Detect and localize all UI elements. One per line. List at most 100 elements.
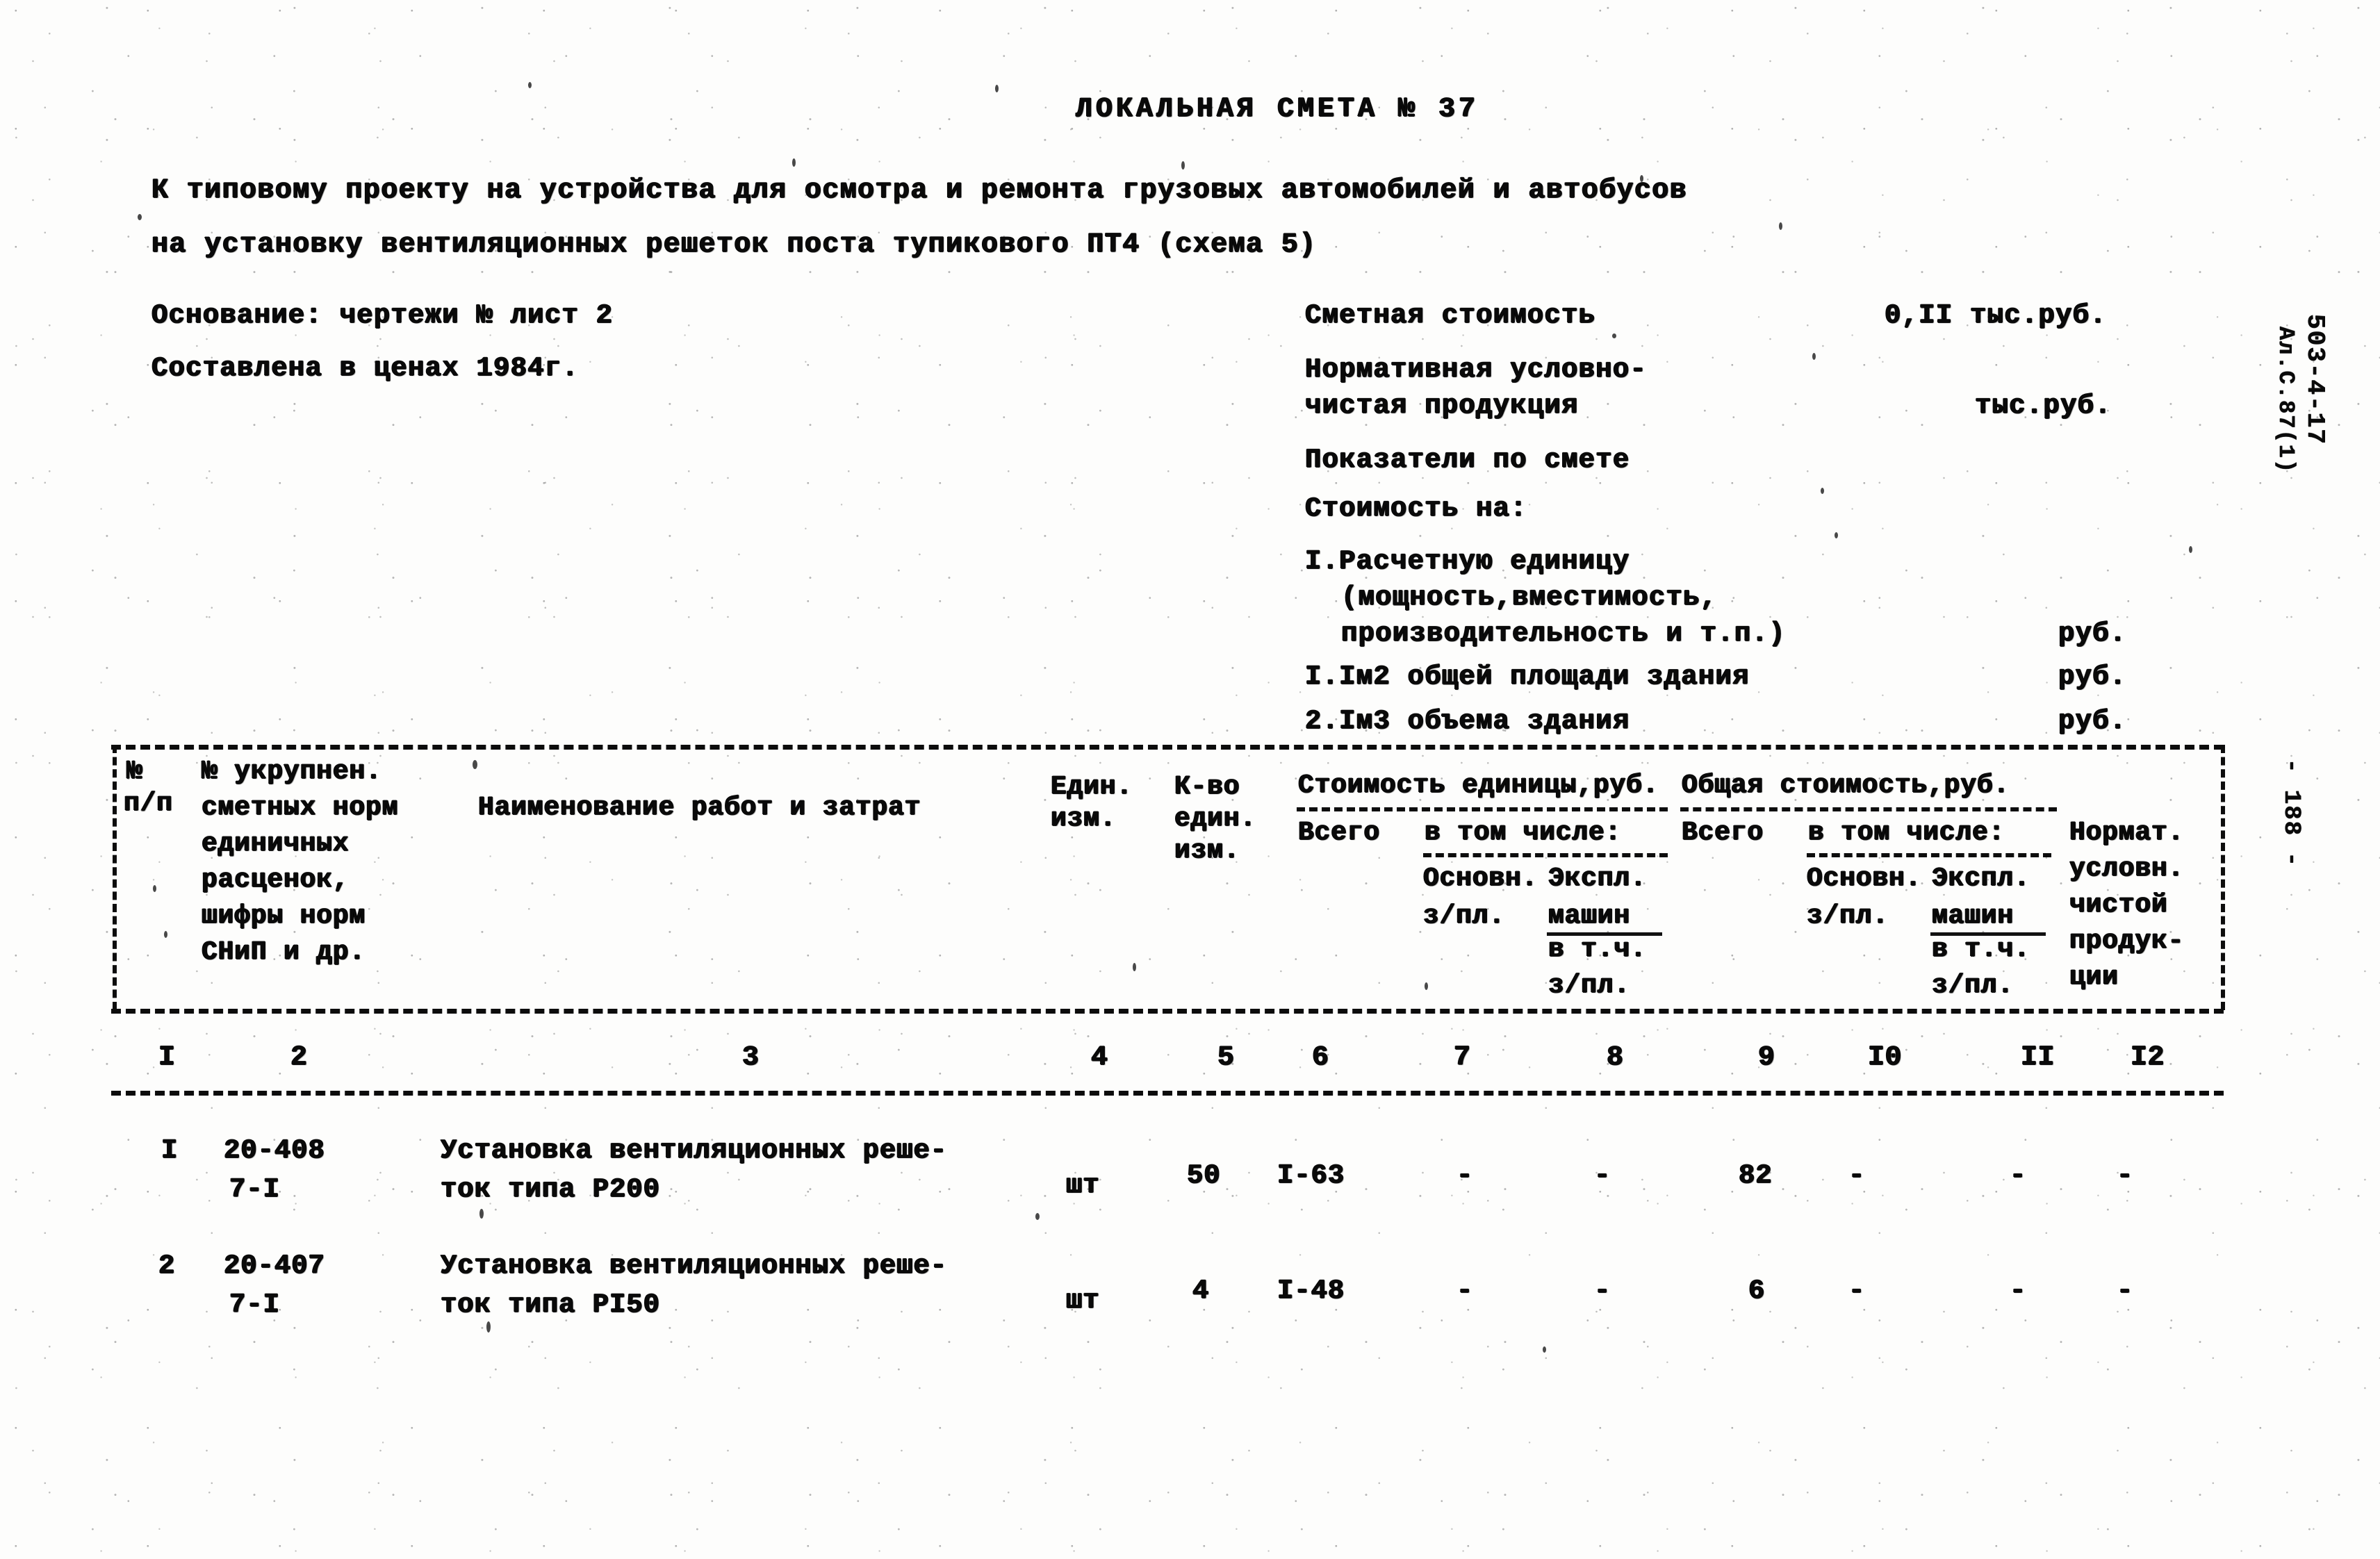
npv-label-line-2: чистая продукция bbox=[1305, 390, 1579, 421]
scan-speck bbox=[1181, 161, 1185, 170]
indicator-2-label: I.Iм2 общей площади здания bbox=[1305, 661, 1750, 692]
scan-speck bbox=[1835, 532, 1838, 538]
row-1-unit-total: I-63 bbox=[1277, 1160, 1345, 1191]
row-2-cost-total: 6 bbox=[1748, 1276, 1766, 1306]
scan-speck bbox=[1543, 1346, 1546, 1353]
indicator-3-unit: руб. bbox=[2058, 706, 2127, 736]
column-number-10: I0 bbox=[1868, 1042, 1903, 1073]
header-total-total-word: Всего bbox=[1682, 818, 1764, 848]
header-total-basic-wage-line-1: Основн. bbox=[1807, 864, 1922, 893]
row-1-norm-line-1: 20-408 bbox=[224, 1135, 325, 1166]
scan-speck bbox=[1779, 222, 1782, 230]
scan-speck bbox=[153, 885, 156, 892]
table-left-edge bbox=[113, 745, 117, 1010]
header-unit-basic-wage-line-2: з/пл. bbox=[1423, 901, 1506, 931]
header-npv-line-3: чистой bbox=[2069, 890, 2168, 920]
row-2-npv: - bbox=[2117, 1276, 2134, 1306]
row-2-norm-line-1: 20-407 bbox=[224, 1251, 325, 1281]
scan-speck bbox=[486, 1321, 491, 1333]
row-1-unit-basic-wage: - bbox=[1456, 1160, 1474, 1191]
scan-speck bbox=[1640, 175, 1643, 182]
header-total-machine-line-4: з/пл. bbox=[1932, 971, 2014, 1000]
estimate-cost-label: Сметная стоимость bbox=[1305, 300, 1596, 331]
row-1-no: I bbox=[161, 1135, 179, 1166]
subtitle-line-2: на установку вентиляционных решеток пост… bbox=[151, 229, 1317, 261]
header-total-machine-line-3: в т.ч. bbox=[1932, 934, 2030, 964]
header-unit-total-word: Всего bbox=[1298, 818, 1381, 848]
header-norms-line-6: СНиП и др. bbox=[202, 937, 366, 967]
scan-speck bbox=[1812, 353, 1816, 360]
table-colnum-bottom-border bbox=[111, 1091, 2224, 1096]
header-unit-line-1: Един. bbox=[1051, 772, 1133, 802]
header-total-including-underline bbox=[1807, 853, 2051, 857]
row-2-description-line-2: ток типа РI50 bbox=[441, 1289, 660, 1320]
header-total-machine-line-2: машин bbox=[1932, 901, 2014, 931]
row-1-cost-total: 82 bbox=[1739, 1160, 1773, 1191]
column-number-9: 9 bbox=[1758, 1042, 1775, 1073]
column-number-3: 3 bbox=[742, 1042, 760, 1073]
row-1-cost-machine: - bbox=[2010, 1160, 2027, 1191]
row-2-cost-basic-wage: - bbox=[1848, 1276, 1866, 1306]
row-1-npv: - bbox=[2117, 1160, 2134, 1191]
header-description: Наименование работ и затрат bbox=[478, 793, 921, 823]
column-number-11: II bbox=[2021, 1042, 2055, 1073]
indicator-1-line-1: I.Расчетную единицу bbox=[1305, 546, 1630, 577]
indicator-3-label: 2.Iм3 объема здания bbox=[1305, 706, 1630, 736]
page-title: ЛОКАЛЬНАЯ СМЕТА № 37 bbox=[1076, 94, 1479, 125]
indicator-1-line-2: (мощность,вместимость, bbox=[1341, 582, 1718, 613]
estimate-cost-value: 0,II тыс.руб. bbox=[1885, 300, 2107, 331]
scanned-estimate-page: ЛОКАЛЬНАЯ СМЕТА № 37 К типовому проекту … bbox=[0, 0, 2380, 1559]
row-2-description-line-1: Установка вентиляционных реше- bbox=[441, 1251, 948, 1281]
table-header-bottom-border bbox=[111, 1009, 2224, 1014]
header-unit-line-2: изм. bbox=[1051, 804, 1117, 834]
scan-speck bbox=[1425, 982, 1428, 990]
column-number-1: I bbox=[158, 1042, 176, 1073]
header-unit-including-underline bbox=[1423, 853, 1668, 857]
header-norms-line-1: № укрупнен. bbox=[202, 757, 382, 786]
column-number-12: I2 bbox=[2131, 1042, 2165, 1073]
row-1-norm-line-2: 7-I bbox=[229, 1174, 280, 1205]
row-1-description-line-1: Установка вентиляционных реше- bbox=[441, 1135, 948, 1166]
table-top-border bbox=[111, 745, 2224, 750]
scan-speck bbox=[995, 85, 999, 92]
indicator-1-line-3: производительность и т.п.) bbox=[1341, 618, 1786, 649]
npv-label-line-1: Нормативная условно- bbox=[1305, 354, 1648, 385]
scan-speck bbox=[792, 158, 796, 167]
row-2-no: 2 bbox=[158, 1251, 176, 1281]
header-unit-cost-group-underline bbox=[1297, 807, 1668, 811]
header-qty-line-2: един. bbox=[1174, 804, 1257, 834]
header-npv-line-1: Нормат. bbox=[2069, 818, 2185, 848]
scan-speck bbox=[1035, 1213, 1040, 1220]
cost-per-label: Стоимость на: bbox=[1305, 493, 1527, 524]
header-norms-line-4: расценок, bbox=[202, 865, 350, 895]
header-npv-line-5: ции bbox=[2069, 962, 2119, 992]
row-1-unit: шт bbox=[1066, 1170, 1100, 1201]
row-2-unit-machine: - bbox=[1594, 1276, 1611, 1306]
header-col-no-line-2: п/п bbox=[124, 789, 173, 818]
header-npv-line-2: условн. bbox=[2069, 854, 2185, 884]
header-total-cost-group: Общая стоимость,руб. bbox=[1682, 770, 2010, 800]
header-unit-including-word: в том числе: bbox=[1425, 818, 1622, 848]
scan-speck bbox=[2189, 546, 2192, 553]
row-2-unit-basic-wage: - bbox=[1456, 1276, 1474, 1306]
header-unit-machine-line-1: Экспл. bbox=[1548, 864, 1647, 893]
scan-speck bbox=[473, 760, 477, 769]
header-norms-line-5: шифры норм bbox=[202, 901, 366, 931]
header-unit-machine-line-3: в т.ч. bbox=[1548, 934, 1647, 964]
project-code-line-1: 503-4-17 bbox=[2301, 314, 2329, 445]
scan-speck bbox=[528, 82, 532, 88]
row-2-quantity: 4 bbox=[1192, 1276, 1210, 1306]
row-1-description-line-2: ток типа Р200 bbox=[441, 1174, 660, 1205]
scan-speck bbox=[1133, 963, 1136, 971]
page-number: - 188 - bbox=[2278, 759, 2304, 868]
row-1-cost-basic-wage: - bbox=[1848, 1160, 1866, 1191]
prices-year-label: Составлена в ценах 1984г. bbox=[151, 353, 580, 383]
header-qty-line-1: К-во bbox=[1174, 772, 1240, 802]
header-total-including-word: в том числе: bbox=[1808, 818, 2005, 848]
column-number-2: 2 bbox=[290, 1042, 308, 1073]
header-total-cost-group-underline bbox=[1680, 807, 2057, 811]
column-number-8: 8 bbox=[1607, 1042, 1624, 1073]
header-unit-machine-line-4: з/пл. bbox=[1548, 971, 1631, 1000]
row-2-cost-machine: - bbox=[2010, 1276, 2027, 1306]
npv-value: тыс.руб. bbox=[1975, 390, 2112, 421]
